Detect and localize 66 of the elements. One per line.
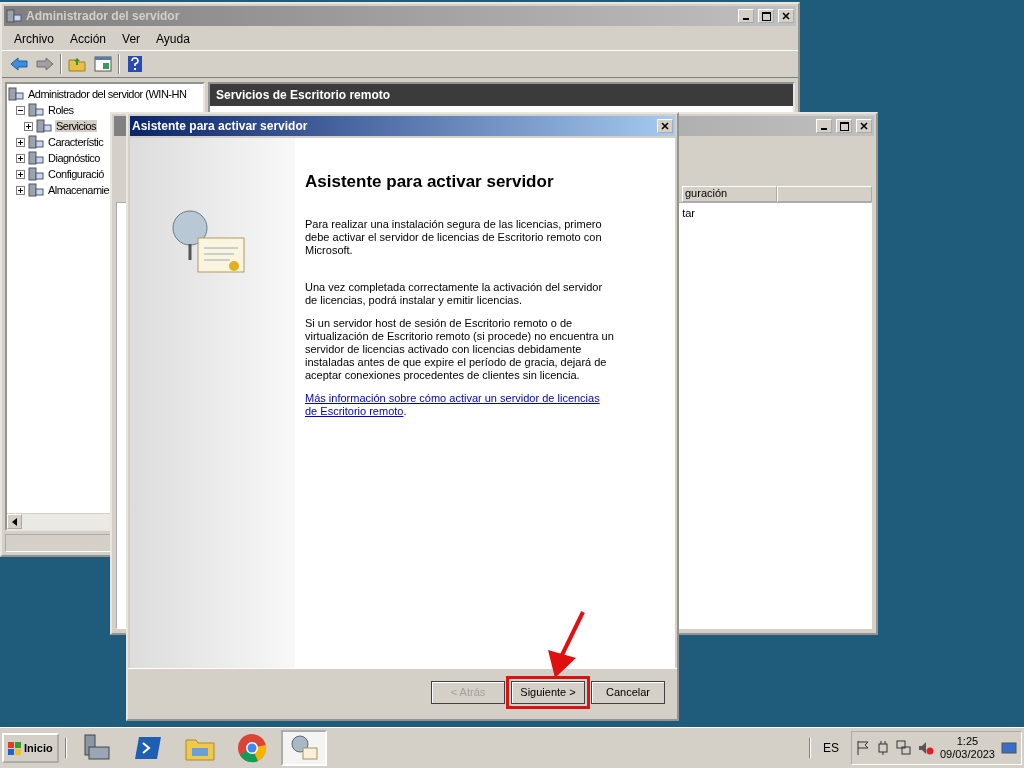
menu-item[interactable]: Acción	[64, 32, 113, 46]
window-title: Asistente para activar servidor	[132, 119, 309, 133]
maximize-icon	[839, 121, 849, 131]
flag-icon[interactable]	[855, 740, 870, 756]
node-icon	[28, 103, 44, 117]
tree-item[interactable]: Administrador del servidor (WIN-HN	[27, 88, 188, 100]
menu-item[interactable]: Ver	[116, 32, 147, 46]
window-title: Administrador del servidor	[26, 9, 181, 23]
node-icon	[28, 151, 44, 165]
wizard-heading: Asistente para activar servidor	[305, 172, 555, 192]
table-cell: tar	[682, 207, 695, 219]
paragraph: Para realizar una instalación segura de las licencias, primero debe activar el servidor de licencias de Escritorio remoto con Microsoft.	[305, 218, 603, 257]
wizard-button[interactable]: Cancelar	[591, 680, 665, 704]
clock[interactable]: 1:25 09/03/2023	[939, 735, 995, 761]
menu-item[interactable]: Archivo	[8, 32, 60, 46]
language-indicator[interactable]: ES	[816, 741, 845, 755]
paragraph: Si un servidor host de sesión de Escritorio remoto o de virtualización de Escritorio remoto (si procede) no encuentra un servidor de licencias activado con licencias debidamente instaladas antes de que expire el período de gracia, dejará de aceptar conexiones procedentes de clientes sin licencia.	[305, 317, 615, 382]
node-icon	[8, 87, 24, 101]
column-header[interactable]: guración	[682, 186, 777, 202]
expand-icon[interactable]	[16, 185, 25, 195]
close-icon	[860, 122, 868, 130]
maximize-button[interactable]	[836, 119, 852, 133]
expand-icon[interactable]	[16, 169, 25, 179]
node-icon	[28, 135, 44, 149]
menu-item[interactable]: Ayuda	[150, 32, 196, 46]
tree-item[interactable]: Configuració	[47, 168, 105, 180]
satellite-dish-icon	[288, 734, 319, 762]
tree-item[interactable]: Diagnóstico	[47, 152, 101, 164]
pane-header: Servicios de Escritorio remoto	[210, 84, 793, 106]
tree-item[interactable]: Almacenamie	[47, 184, 111, 196]
wizard-button[interactable]: Siguiente >	[511, 680, 585, 704]
terminal-icon	[132, 735, 163, 761]
taskbar-button[interactable]	[280, 730, 327, 766]
show-desktop-icon[interactable]	[1001, 741, 1017, 755]
paragraph: Una vez completada correctamente la activación del servidor de licencias, podrá instalar y emitir licencias.	[305, 281, 604, 307]
left-arrow-icon	[12, 517, 17, 526]
node-icon	[36, 119, 52, 133]
close-button[interactable]	[778, 9, 794, 23]
node-icon	[6, 9, 22, 23]
satellite-dish-certificate-icon	[170, 208, 246, 276]
node-icon	[28, 167, 44, 181]
browser-icon	[236, 733, 267, 763]
maximize-icon	[761, 11, 771, 21]
node-icon	[28, 183, 44, 197]
close-button[interactable]	[657, 119, 673, 133]
expand-icon[interactable]	[24, 121, 33, 131]
expand-icon[interactable]	[16, 153, 25, 163]
tree-item[interactable]: Servicios	[55, 120, 98, 132]
network-icon[interactable]	[895, 740, 912, 756]
minimize-button[interactable]	[816, 119, 832, 133]
windows-logo-icon	[8, 741, 22, 755]
tree-item[interactable]: Característic	[47, 136, 105, 148]
maximize-button[interactable]	[758, 9, 774, 23]
close-button[interactable]	[856, 119, 872, 133]
speaker-muted-icon[interactable]	[917, 740, 934, 756]
close-icon	[782, 12, 790, 20]
minimize-button[interactable]	[738, 9, 754, 23]
expand-icon[interactable]	[16, 137, 25, 147]
start-button[interactable]: Inicio	[2, 733, 59, 763]
plug-icon[interactable]	[875, 740, 890, 756]
show-pane-button[interactable]	[92, 53, 114, 75]
tree-item[interactable]: Roles	[47, 104, 75, 116]
collapse-icon[interactable]	[16, 105, 25, 115]
help-link[interactable]: Más información sobre cómo activar un servidor de licencias	[305, 392, 600, 404]
close-icon	[661, 122, 669, 130]
period-text: .	[403, 405, 407, 417]
